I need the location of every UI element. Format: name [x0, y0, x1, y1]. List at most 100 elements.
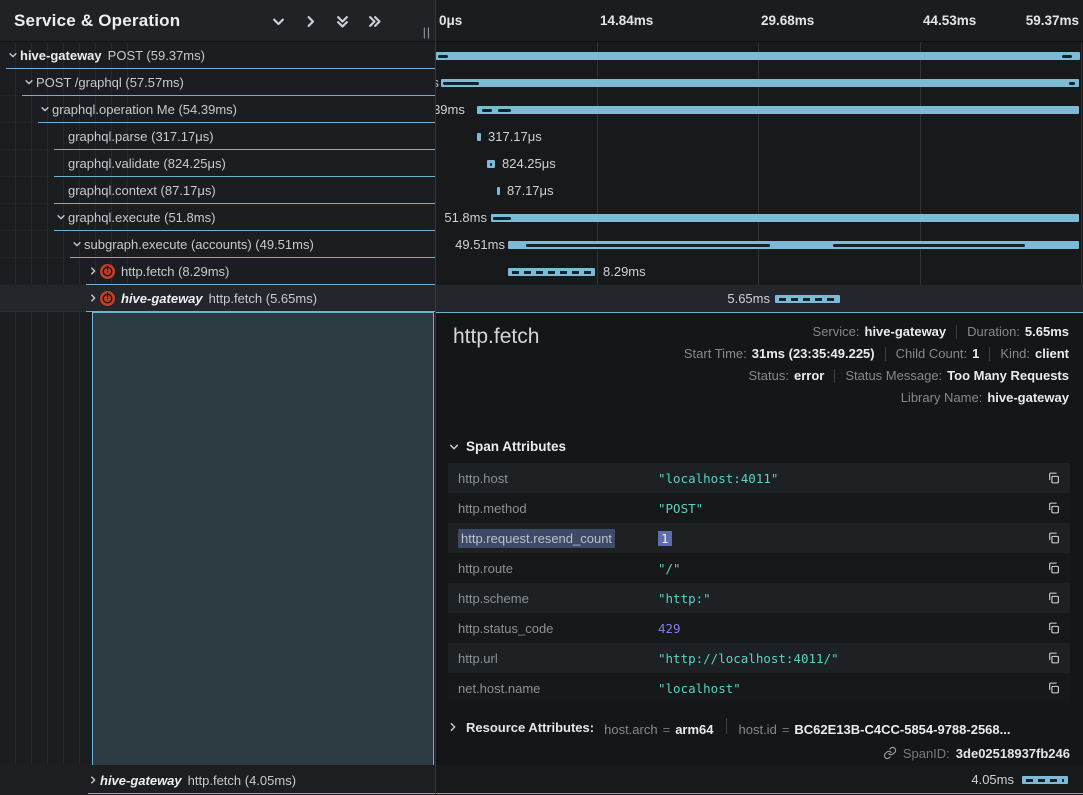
span-tree-row[interactable]: hive-gatewayPOST (59.37ms) — [0, 42, 435, 69]
waterfall-row[interactable]: 87.17μs — [435, 177, 1083, 204]
span-tree-row[interactable]: graphql.validate (824.25μs) — [0, 150, 435, 177]
attribute-row[interactable]: net.host.name "localhost" — [448, 673, 1070, 703]
span-meta: Service:hive-gatewayDuration:5.65msStart… — [684, 321, 1069, 409]
operation-label: http.fetch (8.29ms) — [121, 264, 229, 279]
attribute-row[interactable]: http.scheme "http:" — [448, 583, 1070, 613]
span-duration-bar[interactable] — [508, 268, 595, 276]
attribute-row[interactable]: http.route "/" — [448, 553, 1070, 583]
attribute-value: "localhost" — [658, 681, 1040, 696]
waterfall-row[interactable]: 54.39ms — [435, 96, 1083, 123]
span-tree-row[interactable]: POST /graphql (57.57ms) — [0, 69, 435, 96]
span-duration-bar[interactable] — [1022, 776, 1068, 784]
bottom-span-tree-row[interactable]: hive-gatewayhttp.fetch (4.05ms) — [0, 765, 435, 795]
attribute-row[interactable]: http.request.resend_count 1 — [448, 523, 1070, 553]
attribute-value: "POST" — [658, 501, 1040, 516]
span-duration-bar[interactable] — [497, 187, 500, 195]
waterfall-row[interactable] — [435, 42, 1083, 69]
span-duration-bar[interactable] — [491, 214, 1079, 222]
copy-button[interactable] — [1040, 471, 1060, 485]
waterfall-rows: 57.57ms54.39ms317.17μs824.25μs87.17μs51.… — [435, 42, 1083, 312]
waterfall-row[interactable]: 51.8ms — [435, 204, 1083, 231]
expand-toggle[interactable] — [38, 104, 52, 114]
resource-attributes-row[interactable]: Resource Attributes: host.arch=arm64host… — [448, 715, 1010, 739]
bottom-span-timeline-row[interactable]: 4.05ms — [435, 765, 1083, 795]
copy-button[interactable] — [1040, 651, 1060, 665]
double-chevron-down-button[interactable] — [333, 12, 351, 30]
copy-button[interactable] — [1040, 621, 1060, 635]
meta-label: Status: — [749, 365, 789, 387]
span-duration-bar[interactable] — [441, 79, 1079, 87]
span-duration-label: 5.65ms — [727, 285, 770, 312]
meta-label: Kind: — [1000, 343, 1030, 365]
span-tree-row[interactable]: subgraph.execute (accounts) (49.51ms) — [0, 231, 435, 258]
attribute-row[interactable]: http.host "localhost:4011" — [448, 463, 1070, 493]
bar-subspan-dashes — [1026, 779, 1064, 782]
link-icon[interactable] — [883, 746, 897, 760]
waterfall-row[interactable]: 317.17μs — [435, 123, 1083, 150]
waterfall-row[interactable]: 8.29ms — [435, 258, 1083, 285]
expand-toggle[interactable] — [86, 775, 100, 785]
attribute-row[interactable]: http.url "http://localhost:4011/" — [448, 643, 1070, 673]
expand-toggle[interactable] — [22, 77, 36, 87]
copy-icon — [1047, 531, 1060, 545]
span-tree-row[interactable]: graphql.parse (317.17μs) — [0, 123, 435, 150]
waterfall-row[interactable]: 49.51ms — [435, 231, 1083, 258]
operation-label: POST (59.37ms) — [108, 48, 205, 63]
expand-toggle[interactable] — [54, 212, 68, 222]
double-chevron-right-button[interactable] — [365, 12, 383, 30]
span-duration-bar[interactable] — [477, 106, 1079, 114]
timeline-tick-label: 14.84ms — [600, 13, 653, 28]
copy-button[interactable] — [1040, 681, 1060, 695]
span-duration-label: 51.8ms — [444, 204, 487, 231]
copy-button[interactable] — [1040, 501, 1060, 515]
meta-value: Too Many Requests — [947, 365, 1069, 387]
chevron-down-button[interactable] — [269, 12, 287, 30]
meta-value: 1 — [972, 343, 979, 365]
span-duration-bar[interactable] — [435, 52, 1080, 60]
span-name-title: http.fetch — [453, 325, 539, 349]
attribute-value: "http:" — [658, 591, 1040, 606]
span-duration-label: 8.29ms — [603, 258, 646, 285]
span-tree-row[interactable]: graphql.execute (51.8ms) — [0, 204, 435, 231]
error-icon: ! — [100, 291, 115, 306]
meta-label: Status Message: — [845, 365, 942, 387]
expand-toggle[interactable] — [86, 293, 100, 303]
span-tree-row[interactable]: !hive-gatewayhttp.fetch (5.65ms) — [0, 285, 435, 312]
span-duration-label: 824.25μs — [502, 150, 556, 177]
span-duration-bar[interactable] — [508, 241, 1079, 249]
span-tree-row[interactable]: graphql.operation Me (54.39ms) — [0, 96, 435, 123]
panel-divider[interactable] — [435, 0, 436, 795]
copy-button[interactable] — [1040, 561, 1060, 575]
span-duration-bar[interactable] — [477, 133, 481, 141]
copy-button[interactable] — [1040, 591, 1060, 605]
meta-separator — [834, 369, 835, 383]
attribute-row[interactable]: http.status_code 429 — [448, 613, 1070, 643]
waterfall-row[interactable]: 824.25μs — [435, 150, 1083, 177]
waterfall-row[interactable]: 5.65ms — [435, 285, 1083, 312]
span-attributes-header[interactable]: Span Attributes — [449, 439, 566, 454]
expand-toggle[interactable] — [86, 266, 100, 276]
chevron-right-icon — [88, 293, 98, 303]
expand-toggle[interactable] — [70, 239, 84, 249]
copy-button[interactable] — [1040, 531, 1060, 545]
span-duration-bar[interactable] — [487, 160, 495, 168]
chevron-down-icon — [271, 14, 286, 29]
span-id-label: SpanID: — [903, 746, 950, 761]
waterfall-row[interactable]: 57.57ms — [435, 69, 1083, 96]
expanded-span-block[interactable] — [92, 312, 434, 765]
chevron-right-button[interactable] — [301, 12, 319, 30]
expand-toggle[interactable] — [6, 50, 20, 60]
span-duration-bar[interactable] — [775, 295, 840, 303]
bar-event-mark — [498, 109, 511, 112]
meta-separator — [989, 347, 990, 361]
panel-resize-handle[interactable]: || — [423, 25, 431, 39]
bar-event-mark — [526, 244, 770, 247]
meta-label: Service: — [813, 321, 860, 343]
attribute-row[interactable]: http.method "POST" — [448, 493, 1070, 523]
span-id-row: SpanID: 3de02518937fb246 — [883, 743, 1070, 763]
meta-value: client — [1035, 343, 1069, 365]
bar-event-mark — [833, 244, 1025, 247]
span-tree-row[interactable]: graphql.context (87.17μs) — [0, 177, 435, 204]
copy-icon — [1047, 591, 1060, 605]
span-tree-row[interactable]: !http.fetch (8.29ms) — [0, 258, 435, 285]
